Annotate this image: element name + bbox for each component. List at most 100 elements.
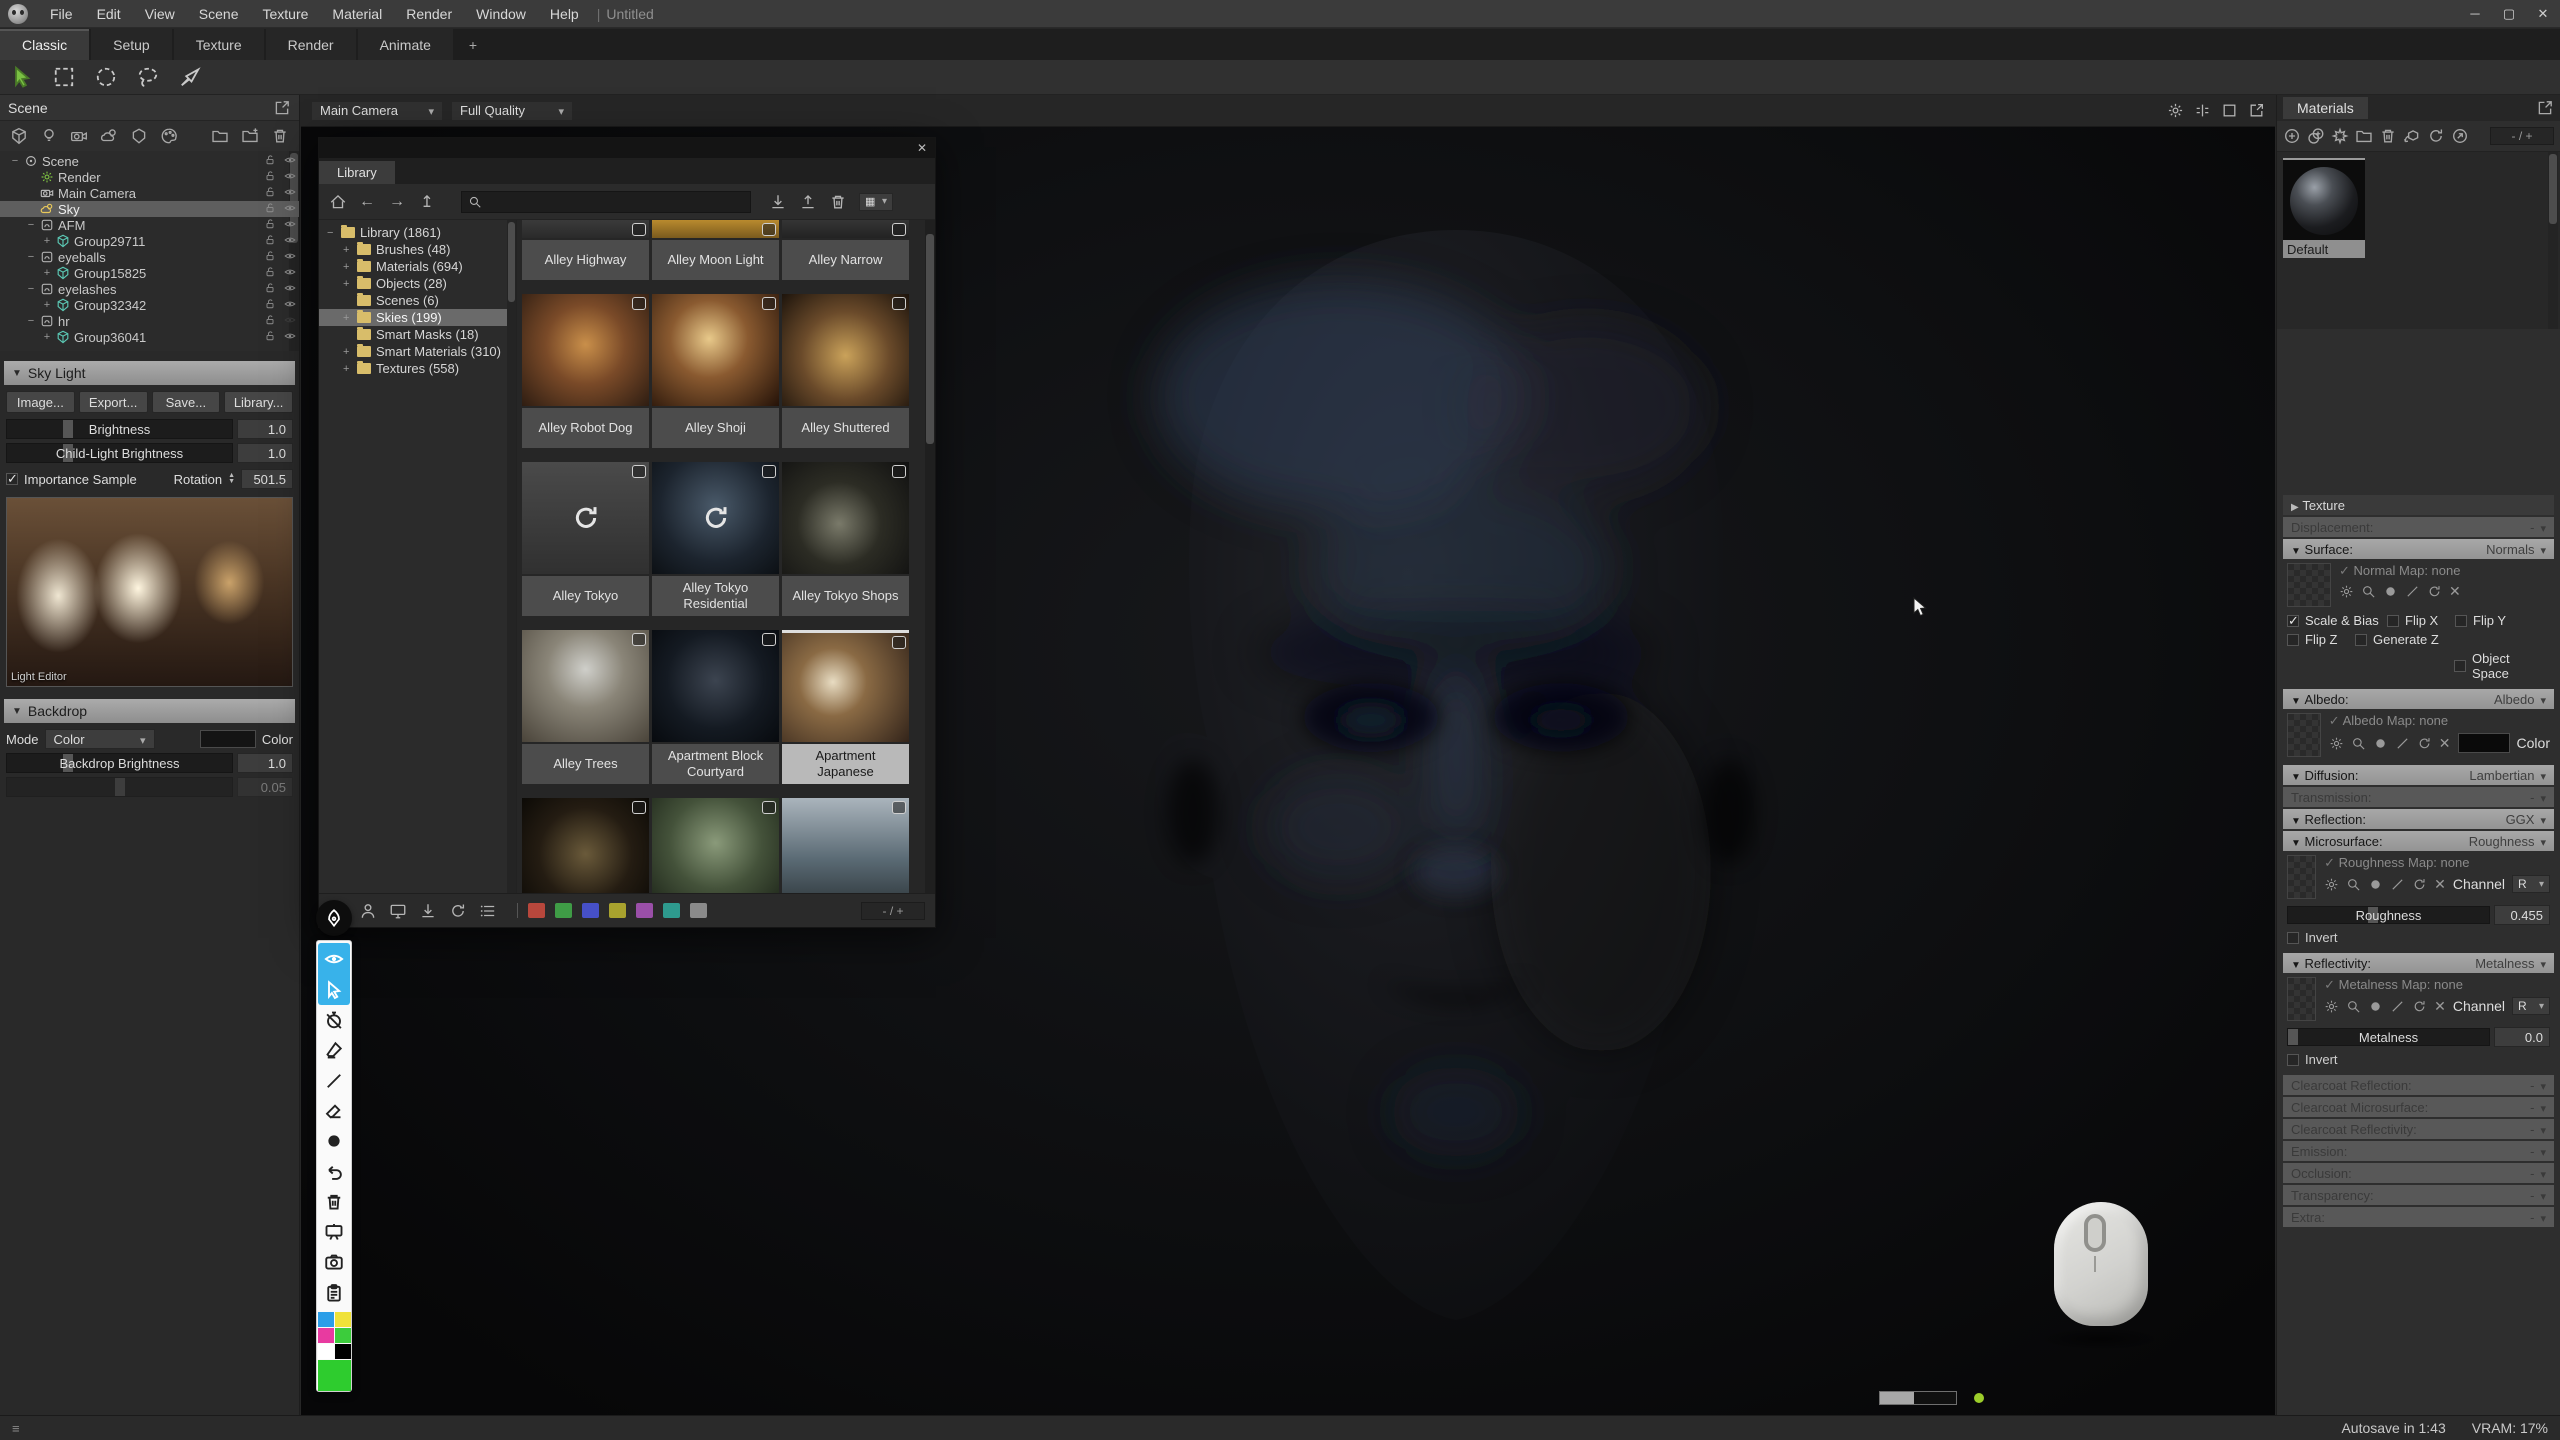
map-edit-icon[interactable]	[2390, 999, 2405, 1014]
map-clear-icon[interactable]: ✕	[2439, 735, 2451, 752]
child-light-brightness-slider[interactable]: Child-Light Brightness 1.0	[0, 439, 299, 463]
add-workspace-tab-button[interactable]: +	[455, 29, 491, 60]
viewport-settings-icon[interactable]	[2167, 102, 2184, 119]
library-folder[interactable]: + Materials (694)	[319, 258, 516, 275]
map-clear-icon[interactable]: ✕	[2449, 583, 2461, 600]
library-thumbnail[interactable]: Alley Robot Dog	[522, 294, 649, 448]
menu-item[interactable]: Render	[394, 1, 464, 27]
annotation-color-swatch[interactable]	[335, 1312, 351, 1327]
transmission-section-header[interactable]: Transmission: -	[2283, 787, 2554, 807]
lock-icon[interactable]	[263, 282, 279, 296]
menu-item[interactable]: View	[133, 1, 187, 27]
metalness-slider[interactable]: Metalness 0.0	[2287, 1027, 2550, 1047]
annotation-color-swatch[interactable]	[318, 1344, 334, 1359]
thumbnail-image[interactable]	[652, 798, 779, 893]
library-folder[interactable]: + Textures (558)	[319, 360, 516, 377]
add-primitive-icon[interactable]	[126, 124, 152, 148]
library-thumbnail[interactable]: Apartment Japanese	[782, 630, 909, 784]
annotation-color-swatch[interactable]	[318, 1312, 334, 1327]
menu-item[interactable]: File	[38, 1, 85, 27]
library-folder[interactable]: − Library (1861)	[319, 224, 516, 241]
lock-icon[interactable]	[263, 266, 279, 280]
thumbnail-image[interactable]	[522, 220, 649, 238]
add-camera-icon[interactable]	[66, 124, 92, 148]
screenshot-icon[interactable]	[318, 1247, 350, 1277]
current-color-swatch[interactable]	[318, 1360, 351, 1391]
library-thumbnail[interactable]: Alley Shoji	[652, 294, 779, 448]
tree-expander[interactable]: +	[42, 235, 52, 247]
export-icon[interactable]	[799, 193, 817, 211]
map-paint-icon[interactable]	[2383, 584, 2398, 599]
add-object-icon[interactable]	[6, 124, 32, 148]
visibility-icon[interactable]	[283, 154, 299, 168]
scale-bias-checkbox[interactable]	[2287, 615, 2299, 627]
flip-z-checkbox[interactable]	[2287, 634, 2299, 646]
thumbnail-checkbox[interactable]	[762, 223, 776, 236]
refresh-thumbnails-icon[interactable]	[2427, 127, 2445, 145]
thumbnail-size-control[interactable]: - / +	[2490, 127, 2554, 145]
map-search-icon[interactable]	[2361, 584, 2376, 599]
workspace-tab[interactable]: Texture	[174, 29, 264, 60]
lock-icon[interactable]	[263, 154, 279, 168]
tree-expander[interactable]: −	[26, 283, 36, 295]
thumbnail-image[interactable]	[652, 462, 779, 574]
scene-tree-item[interactable]: + Group32342	[0, 297, 299, 313]
roughness-invert-checkbox[interactable]	[2287, 932, 2299, 944]
map-paint-icon[interactable]	[2373, 736, 2388, 751]
channel-dropdown[interactable]: R▾	[2512, 997, 2550, 1015]
thumbnail-image[interactable]	[652, 220, 779, 238]
roughness-value[interactable]: 0.455	[2494, 905, 2550, 925]
library-thumbnail[interactable]: Alley Trees	[522, 630, 649, 784]
tag-color-swatch[interactable]	[582, 903, 599, 918]
tag-color-swatch[interactable]	[609, 903, 626, 918]
scene-tree-item[interactable]: Sky	[0, 201, 299, 217]
list-view-icon[interactable]	[479, 902, 497, 920]
displacement-section-header[interactable]: Displacement: -	[2283, 517, 2554, 537]
generate-material-icon[interactable]	[2331, 127, 2349, 145]
maximize-viewport-icon[interactable]	[2221, 102, 2238, 119]
thumbnail-image[interactable]	[782, 294, 909, 406]
material-section-header[interactable]: Clearcoat Reflection: -	[2283, 1075, 2554, 1095]
library-thumbnail[interactable]: Apartment Block Courtyard	[652, 630, 779, 784]
microsurface-section-header[interactable]: ▼ Microsurface: Roughness	[2283, 831, 2554, 851]
scene-tree-item[interactable]: + Group29711	[0, 233, 299, 249]
thumbnail-image[interactable]	[782, 462, 909, 574]
library-folder[interactable]: + Skies (199)	[319, 309, 516, 326]
whiteboard-icon[interactable]	[318, 1217, 350, 1247]
delete-icon[interactable]	[829, 193, 847, 211]
scene-tree-item[interactable]: − Scene	[0, 153, 299, 169]
thumbnail-image[interactable]	[652, 294, 779, 406]
lock-icon[interactable]	[263, 218, 279, 232]
popout-icon[interactable]	[273, 99, 291, 117]
map-clear-icon[interactable]: ✕	[2434, 876, 2446, 893]
close-icon[interactable]: ✕	[909, 138, 935, 158]
scene-tree-item[interactable]: Main Camera	[0, 185, 299, 201]
clipboard-icon[interactable]	[318, 1278, 350, 1308]
thumbnail-image[interactable]	[522, 798, 649, 893]
thumbnail-checkbox[interactable]	[892, 223, 906, 236]
forward-icon[interactable]: →	[387, 193, 407, 211]
menu-item[interactable]: Texture	[250, 1, 320, 27]
popout-viewport-icon[interactable]	[2248, 102, 2265, 119]
thumbnail-image[interactable]	[522, 462, 649, 574]
rotation-stepper-icon[interactable]: ▲▼	[228, 473, 235, 485]
lock-icon[interactable]	[263, 234, 279, 248]
sync-library-icon[interactable]	[2451, 127, 2469, 145]
thumbnail-checkbox[interactable]	[892, 297, 906, 310]
add-light-icon[interactable]	[36, 124, 62, 148]
channel-dropdown[interactable]: R▾	[2512, 875, 2550, 893]
timer-tool-icon[interactable]	[318, 1005, 350, 1035]
tree-expander[interactable]: +	[343, 312, 352, 324]
line-tool-icon[interactable]	[318, 1066, 350, 1096]
lock-icon[interactable]	[263, 202, 279, 216]
duplicate-material-icon[interactable]	[2307, 127, 2325, 145]
visibility-icon[interactable]	[283, 202, 299, 216]
map-settings-icon[interactable]	[2339, 584, 2354, 599]
camera-dropdown[interactable]: Main Camera	[311, 101, 443, 121]
thumbnail-image[interactable]	[782, 630, 909, 742]
map-settings-icon[interactable]	[2329, 736, 2344, 751]
texture-section-header[interactable]: ▶ Texture	[2283, 495, 2554, 515]
map-reload-icon[interactable]	[2427, 584, 2442, 599]
ellipse-select-icon[interactable]	[92, 64, 120, 90]
flip-y-checkbox[interactable]	[2455, 615, 2467, 627]
